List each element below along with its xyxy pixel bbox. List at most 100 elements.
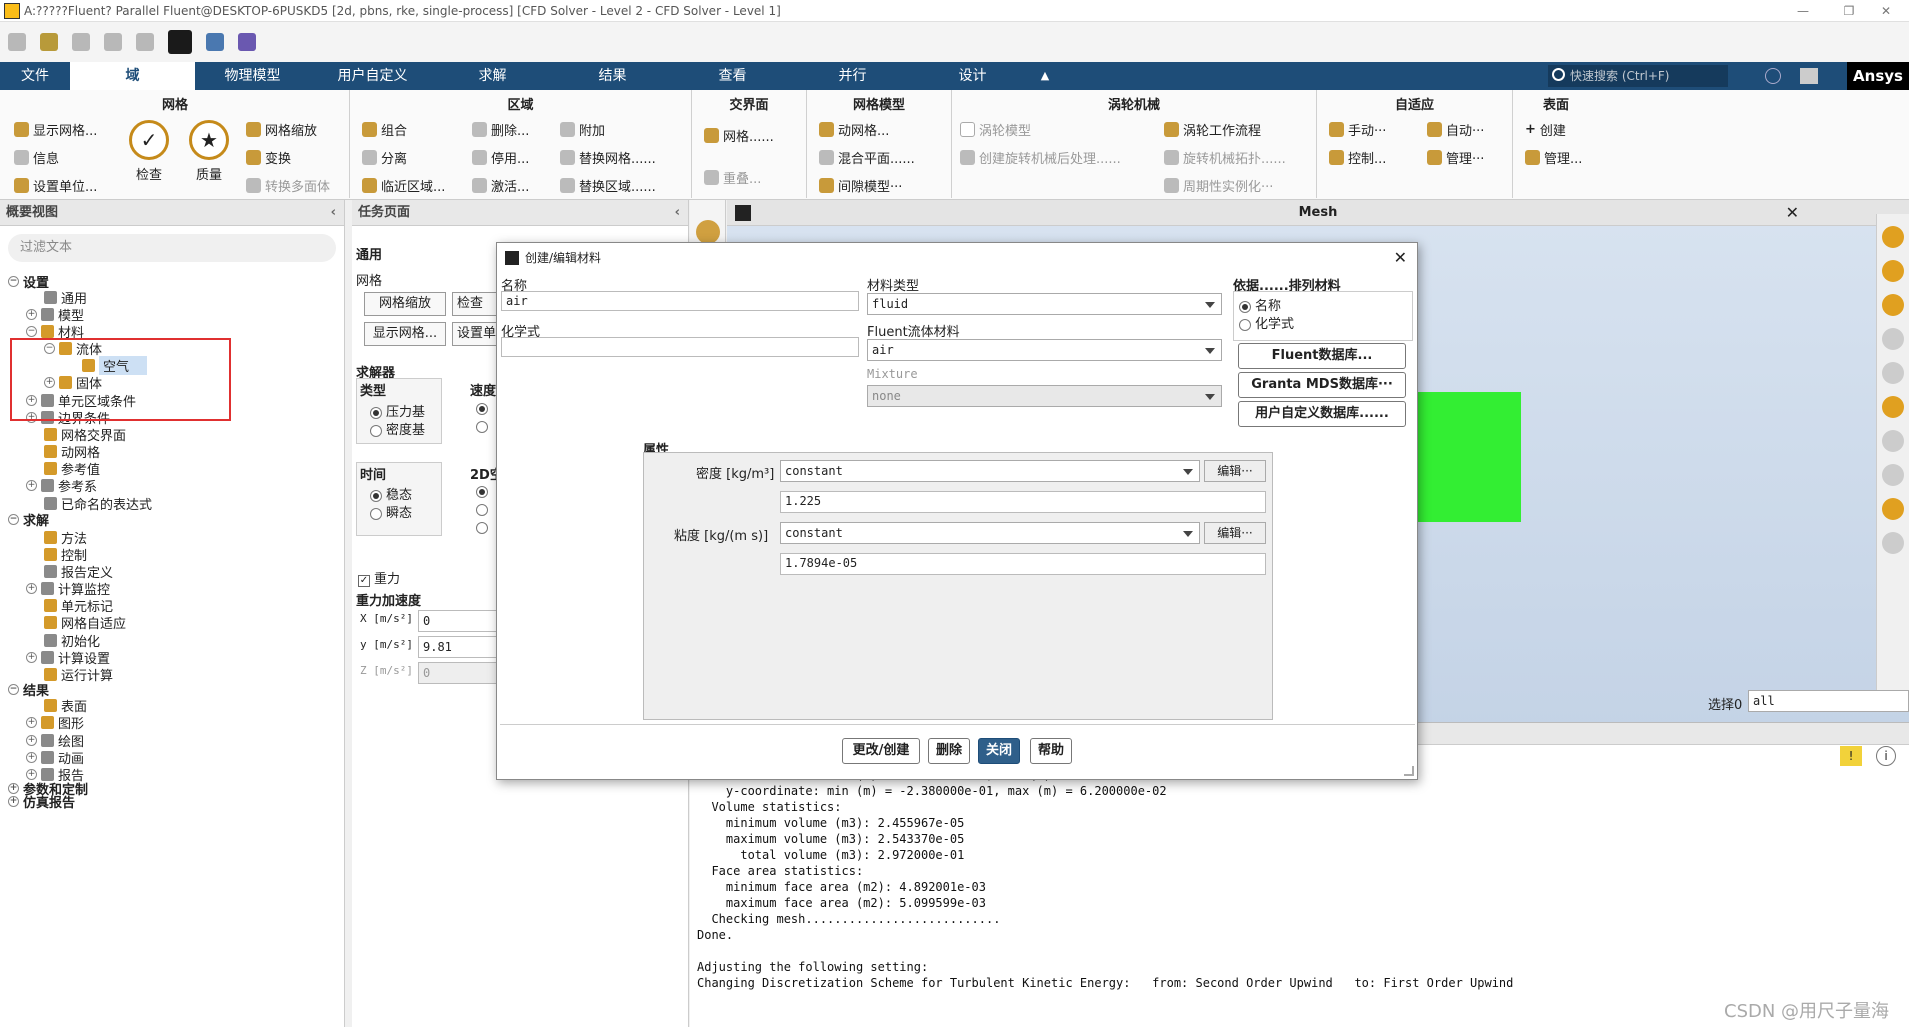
collapse-panel-icon[interactable]: ‹ bbox=[331, 200, 336, 226]
velocity-radio-2[interactable] bbox=[476, 419, 492, 434]
periodic-instancing-button[interactable]: 周期性实例化··· bbox=[1164, 176, 1273, 195]
tab-file[interactable]: 文件 bbox=[0, 62, 70, 90]
adapt-auto-button[interactable]: 自动··· bbox=[1427, 120, 1484, 139]
order-name-radio[interactable]: 名称 bbox=[1239, 295, 1281, 314]
mode-icon[interactable] bbox=[238, 33, 256, 51]
tree-item-graphics[interactable]: + 图形 bbox=[26, 713, 84, 732]
select-dropdown[interactable]: all bbox=[1748, 690, 1909, 712]
help-button[interactable]: 帮助 bbox=[1030, 738, 1072, 764]
resize-grip-icon[interactable] bbox=[1404, 766, 1414, 776]
mesh-quality-button[interactable]: ★ 质量 bbox=[186, 120, 232, 183]
close-button[interactable]: 关闭 bbox=[978, 738, 1020, 764]
notes-icon[interactable] bbox=[1882, 532, 1904, 554]
tab-parallel[interactable]: 并行 bbox=[790, 62, 915, 90]
adapt-manual-button[interactable]: 手动··· bbox=[1329, 120, 1386, 139]
space-radio-3[interactable] bbox=[476, 520, 492, 535]
copy-icon[interactable] bbox=[1882, 396, 1904, 418]
set-units-button[interactable]: 设置单位... bbox=[14, 176, 97, 195]
lightning-icon[interactable] bbox=[136, 33, 154, 51]
camera-icon[interactable] bbox=[695, 220, 720, 244]
collapse-task-icon[interactable]: ‹ bbox=[675, 200, 680, 226]
parameters-icon[interactable] bbox=[206, 33, 224, 51]
viscosity-edit-button[interactable]: 编辑··· bbox=[1204, 522, 1266, 544]
tab-physics[interactable]: 物理模型 bbox=[195, 62, 310, 90]
turbo-postproc-button[interactable]: 创建旋转机械后处理...... bbox=[960, 148, 1121, 167]
tab-solution[interactable]: 求解 bbox=[435, 62, 550, 90]
gravity-x-input[interactable]: 0 bbox=[418, 610, 498, 632]
refresh-icon[interactable] bbox=[104, 33, 122, 51]
tree-item-results[interactable]: − 结果 bbox=[8, 680, 49, 699]
gravity-y-input[interactable]: 9.81 bbox=[418, 636, 498, 658]
quick-search-input[interactable]: 快速搜索 (Ctrl+F) bbox=[1548, 65, 1728, 87]
tree-item-named-expressions[interactable]: 已命名的表达式 bbox=[44, 494, 152, 513]
space-radio-2[interactable] bbox=[476, 502, 492, 517]
minimize-button[interactable]: — bbox=[1780, 0, 1826, 22]
density-based-radio[interactable]: 密度基 bbox=[370, 419, 425, 438]
expand-icon[interactable]: + bbox=[26, 583, 37, 594]
task-display-button[interactable]: 显示网格... bbox=[364, 322, 446, 346]
granta-database-button[interactable]: Granta MDS数据库··· bbox=[1238, 372, 1406, 398]
expand-icon[interactable]: + bbox=[26, 717, 37, 728]
turbo-workflow-button[interactable]: 涡轮工作流程 bbox=[1164, 120, 1261, 139]
open-icon[interactable] bbox=[8, 33, 26, 51]
case-icon[interactable] bbox=[40, 33, 58, 51]
pressure-based-radio[interactable]: 压力基 bbox=[370, 401, 425, 420]
adapt-controls-button[interactable]: 控制... bbox=[1329, 148, 1386, 167]
tree-item-solution[interactable]: − 求解 bbox=[8, 510, 49, 529]
name-input[interactable]: air bbox=[501, 291, 859, 311]
close-graphics-icon[interactable]: ✕ bbox=[1786, 200, 1799, 226]
filter-text-input[interactable]: 过滤文本 bbox=[8, 234, 336, 262]
manage-surface-button[interactable]: 管理... bbox=[1525, 148, 1582, 167]
combine-zones-button[interactable]: 组合 bbox=[362, 120, 407, 139]
density-edit-button[interactable]: 编辑··· bbox=[1204, 460, 1266, 482]
probe-icon[interactable] bbox=[1882, 362, 1904, 384]
task-scale-button[interactable]: 网格缩放 bbox=[364, 292, 446, 316]
tree-item-adaption[interactable]: 网格自适应 bbox=[44, 613, 126, 632]
mixing-plane-button[interactable]: 混合平面...... bbox=[819, 148, 915, 167]
turbo-topology-button[interactable]: 旋转机械拓扑...... bbox=[1164, 148, 1286, 167]
fluent-database-button[interactable]: Fluent数据库... bbox=[1238, 343, 1406, 369]
gap-model-button[interactable]: 间隙模型··· bbox=[819, 176, 902, 195]
mesh-info-button[interactable]: 信息 bbox=[14, 148, 59, 167]
expand-icon[interactable]: + bbox=[26, 309, 37, 320]
convert-polyhedra-button[interactable]: 转换多面体 bbox=[246, 176, 330, 195]
overset-button[interactable]: 重叠... bbox=[704, 168, 761, 187]
velocity-radio-1[interactable] bbox=[476, 401, 492, 416]
adjacency-button[interactable]: 临近区域... bbox=[362, 176, 445, 195]
collapse-icon[interactable]: − bbox=[8, 514, 19, 525]
undo-icon[interactable] bbox=[1882, 430, 1904, 452]
tree-item-sim-reports[interactable]: + 仿真报告 bbox=[8, 792, 75, 811]
mesh-interfaces-button[interactable]: 网格...... bbox=[704, 126, 774, 145]
ribbon-collapse-icon[interactable]: ▲ bbox=[1030, 62, 1060, 90]
tab-design[interactable]: 设计 bbox=[915, 62, 1030, 90]
expand-icon[interactable]: + bbox=[26, 735, 37, 746]
scale-mesh-button[interactable]: 网格缩放 bbox=[246, 120, 317, 139]
save-icon[interactable] bbox=[72, 33, 90, 51]
check-mesh-button[interactable]: ✓ 检查 bbox=[126, 120, 172, 183]
workbench-icon[interactable] bbox=[168, 30, 192, 54]
warning-icon[interactable]: ! bbox=[1840, 746, 1862, 766]
eye-icon[interactable] bbox=[1882, 328, 1904, 350]
collapse-icon[interactable]: − bbox=[8, 684, 19, 695]
density-value-input[interactable]: 1.225 bbox=[780, 491, 1266, 513]
expand-icon[interactable]: + bbox=[26, 652, 37, 663]
delete-zones-button[interactable]: 删除... bbox=[472, 120, 529, 139]
user-database-button[interactable]: 用户自定义数据库...... bbox=[1238, 401, 1406, 427]
collapse-icon[interactable]: − bbox=[26, 326, 37, 337]
separate-zones-button[interactable]: 分离 bbox=[362, 148, 407, 167]
formula-input[interactable] bbox=[501, 337, 859, 357]
mixture-select[interactable]: none bbox=[867, 385, 1222, 407]
activate-zones-button[interactable]: 激活... bbox=[472, 176, 529, 195]
deactivate-zones-button[interactable]: 停用... bbox=[472, 148, 529, 167]
info-icon[interactable]: i bbox=[1876, 746, 1896, 766]
dynamic-mesh-button[interactable]: 动网格... bbox=[819, 120, 889, 139]
transient-radio[interactable]: 瞬态 bbox=[370, 502, 412, 521]
order-formula-radio[interactable]: 化学式 bbox=[1239, 313, 1294, 332]
create-surface-button[interactable]: + 创建 bbox=[1525, 120, 1566, 139]
rotate-icon[interactable] bbox=[1882, 260, 1904, 282]
close-window-button[interactable]: ✕ bbox=[1863, 0, 1909, 22]
change-create-button[interactable]: 更改/创建 bbox=[842, 738, 920, 764]
adapt-manage-button[interactable]: 管理··· bbox=[1427, 148, 1484, 167]
viscosity-method-select[interactable]: constant bbox=[780, 522, 1200, 544]
append-button[interactable]: 附加 bbox=[560, 120, 605, 139]
